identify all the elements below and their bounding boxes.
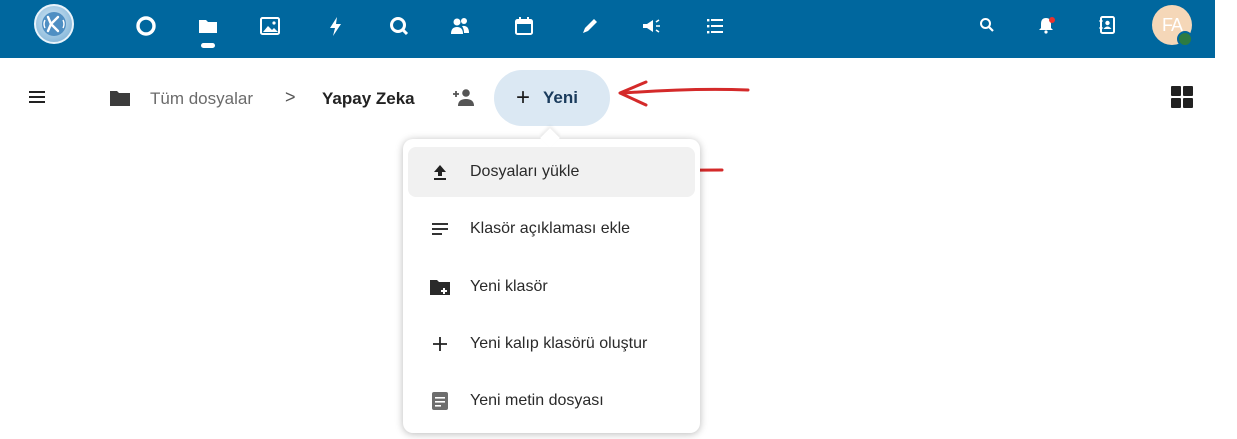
breadcrumb-all-files[interactable]: Tüm dosyalar — [150, 89, 253, 109]
files-app-icon[interactable] — [191, 9, 225, 43]
tasks-app-icon[interactable] — [698, 9, 732, 43]
dashboard-app-icon[interactable] — [129, 9, 163, 43]
text-file-icon — [428, 389, 452, 413]
contacts-app-icon[interactable] — [443, 9, 477, 43]
menu-item-label: Yeni klasör — [470, 278, 548, 295]
grid-view-toggle-icon[interactable] — [1171, 86, 1193, 108]
plus-icon: + — [516, 84, 531, 111]
search-app-icon[interactable] — [382, 9, 416, 43]
menu-item-label: Klasör açıklaması ekle — [470, 220, 631, 237]
notes-app-icon[interactable] — [573, 9, 607, 43]
menu-item-new-template-folder[interactable]: Yeni kalıp klasörü oluştur — [408, 319, 695, 369]
share-add-user-icon[interactable] — [450, 87, 476, 109]
folder-plus-icon — [428, 275, 452, 299]
photos-app-icon[interactable] — [253, 9, 287, 43]
notification-badge — [1049, 17, 1055, 23]
menu-item-new-folder[interactable]: Yeni klasör — [408, 262, 695, 312]
breadcrumb-current-folder[interactable]: Yapay Zeka — [322, 89, 415, 109]
plus-icon — [428, 332, 452, 356]
user-status-indicator — [1177, 31, 1193, 47]
logo-icon[interactable] — [34, 4, 74, 44]
navigation-toggle-icon[interactable] — [26, 88, 48, 110]
breadcrumb-separator-icon: > — [285, 87, 296, 107]
upload-icon — [428, 160, 452, 184]
search-icon[interactable] — [971, 9, 1003, 41]
menu-item-add-folder-description[interactable]: Klasör açıklaması ekle — [408, 204, 695, 254]
contacts-menu-icon[interactable] — [1091, 9, 1123, 41]
menu-item-label: Yeni metin dosyası — [470, 392, 604, 409]
activity-app-icon[interactable] — [319, 9, 353, 43]
text-lines-icon — [428, 217, 452, 241]
menu-item-upload-files[interactable]: Dosyaları yükle — [408, 147, 695, 197]
new-button-label: Yeni — [543, 88, 578, 107]
menu-item-label: Dosyaları yükle — [470, 163, 580, 180]
annotation-arrow-new-button — [618, 80, 750, 107]
new-button[interactable]: + Yeni — [494, 70, 610, 126]
calendar-app-icon[interactable] — [507, 9, 541, 43]
new-item-menu: Dosyaları yükle Klasör açıklaması ekle Y… — [403, 139, 700, 433]
menu-item-label: Yeni kalıp klasörü oluştur — [470, 335, 648, 352]
menu-item-new-text-file[interactable]: Yeni metin dosyası — [408, 376, 695, 426]
notifications-bell-icon[interactable] — [1030, 9, 1062, 41]
announcements-app-icon[interactable] — [634, 9, 668, 43]
active-app-indicator — [201, 43, 215, 48]
folder-icon — [110, 91, 130, 106]
